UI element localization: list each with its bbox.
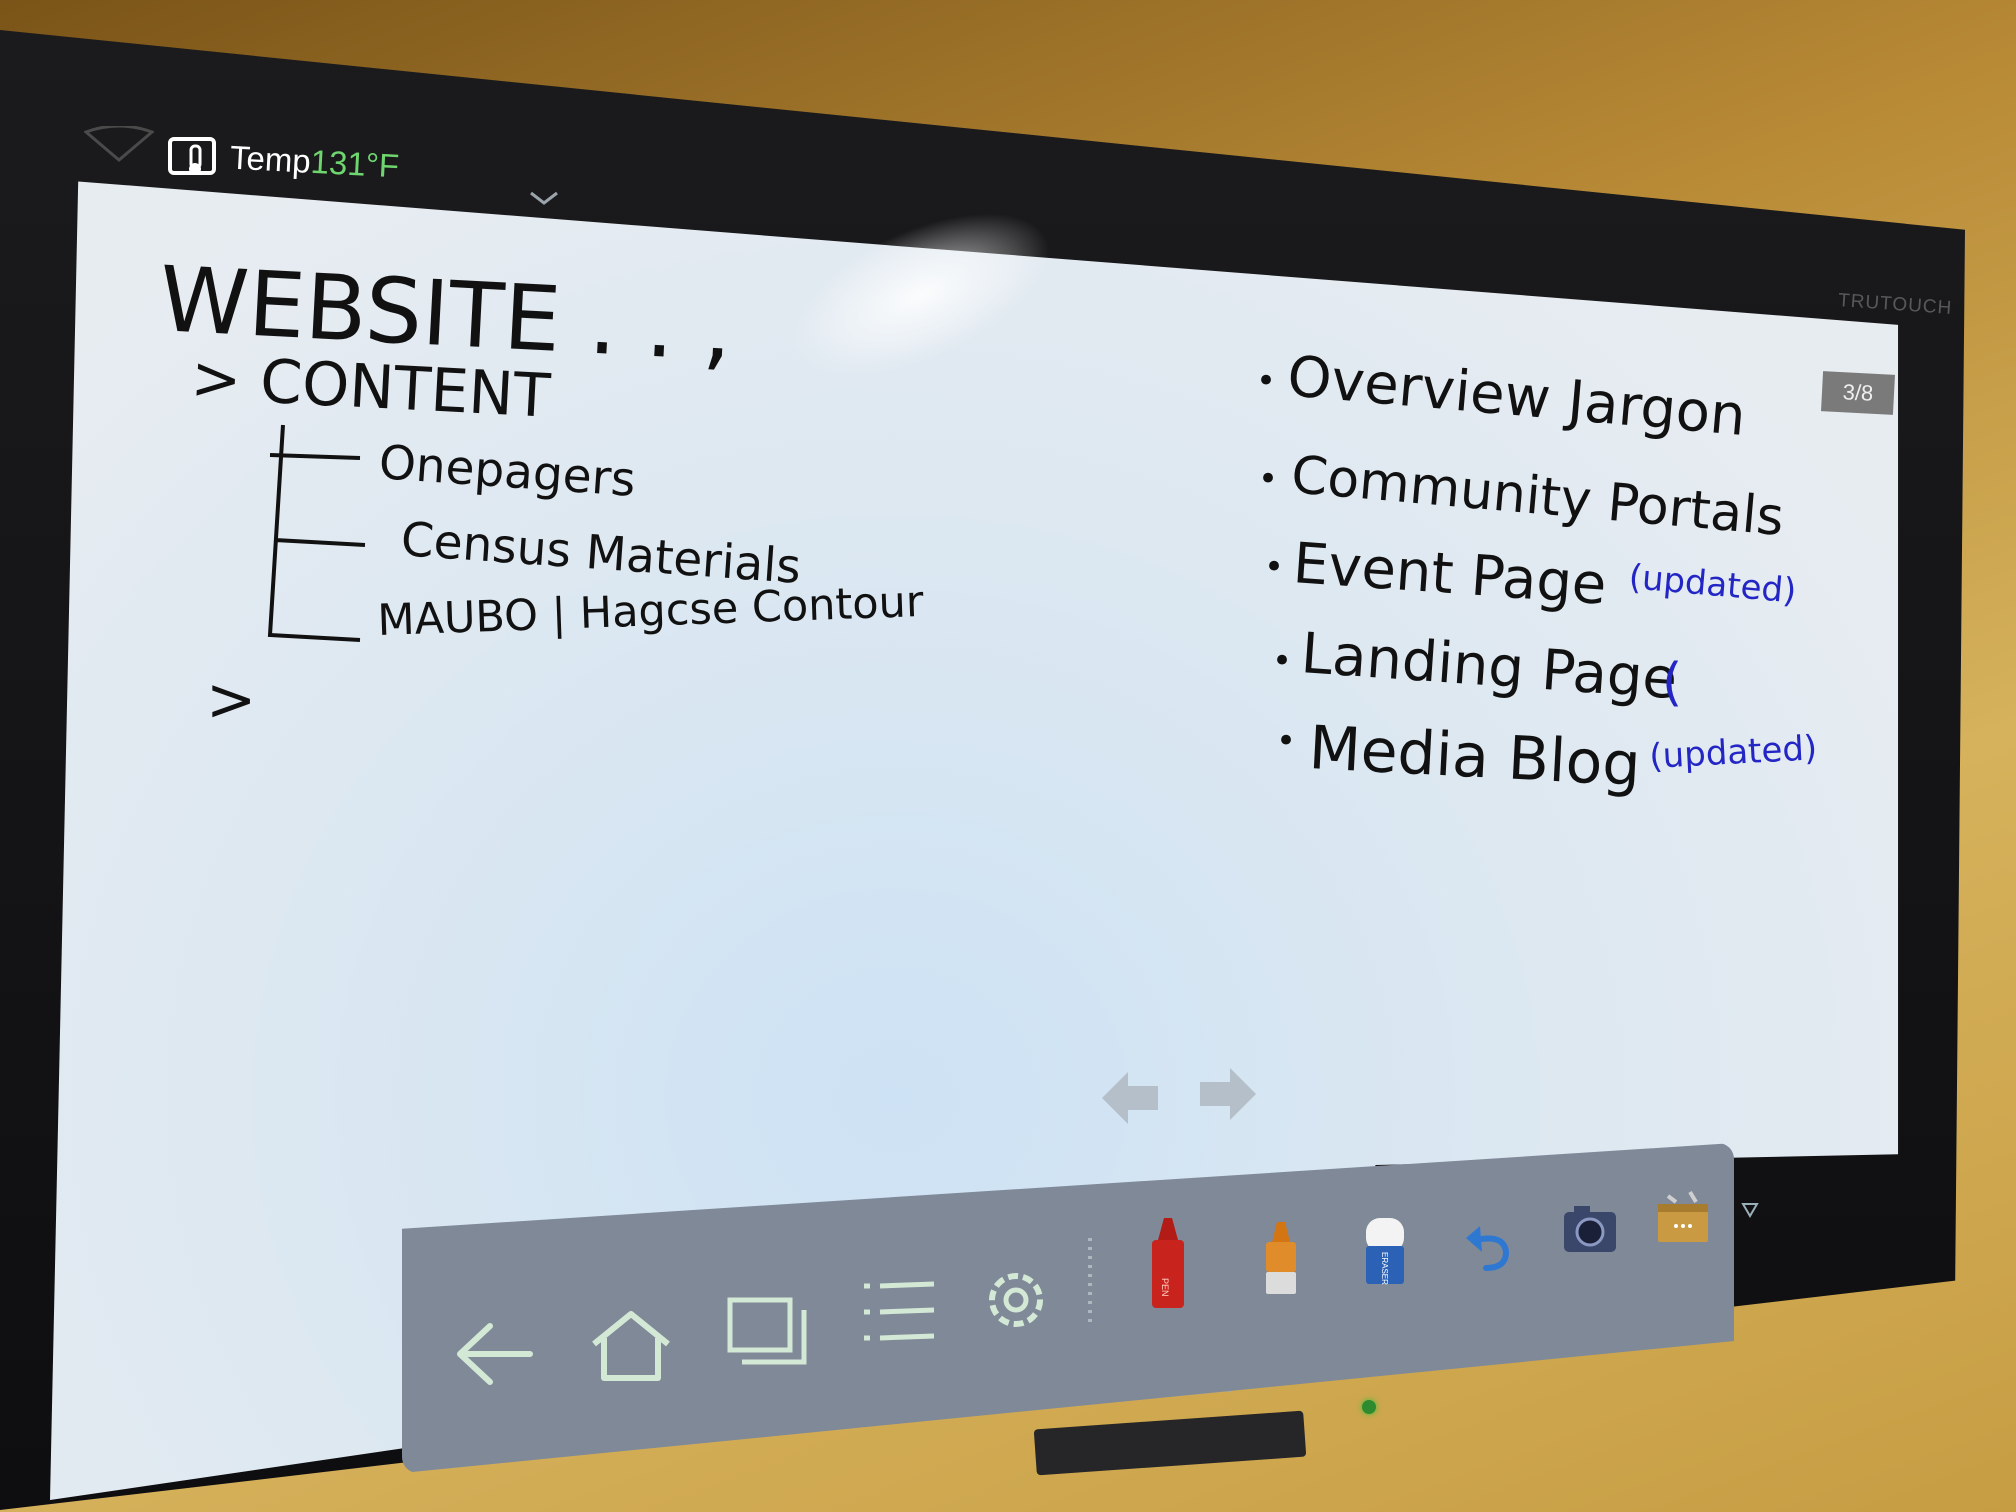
back-icon[interactable] <box>450 1318 540 1390</box>
page-indicator[interactable]: 3/8 <box>1821 371 1895 415</box>
orange-marker-icon[interactable] <box>1256 1218 1306 1298</box>
temperature-readout: Temp131°F <box>229 139 400 186</box>
wifi-icon <box>84 126 154 162</box>
status-bar: Temp131°F <box>84 126 544 196</box>
next-page-arrow-icon[interactable] <box>1196 1062 1260 1126</box>
collapse-toolbar-icon[interactable] <box>1741 1202 1759 1218</box>
home-icon[interactable] <box>588 1308 674 1384</box>
front-ports-panel <box>1033 1410 1307 1476</box>
toolbox-icon[interactable] <box>1652 1186 1714 1246</box>
collapse-chevron-icon[interactable] <box>528 190 560 208</box>
windows-icon[interactable] <box>724 1292 812 1368</box>
temperature-label: Temp <box>229 138 312 180</box>
red-pen-icon[interactable]: PEN <box>1142 1214 1194 1314</box>
undo-icon[interactable] <box>1462 1220 1516 1276</box>
toolbar-divider <box>1088 1238 1092 1328</box>
menu-icon[interactable] <box>858 1276 938 1350</box>
settings-icon[interactable] <box>978 1262 1054 1338</box>
eraser-icon[interactable]: ERASER <box>1360 1214 1410 1288</box>
thermometer-icon <box>168 137 216 175</box>
eraser-label: ERASER <box>1380 1252 1389 1285</box>
pen-label: PEN <box>1160 1278 1170 1297</box>
previous-page-arrow-icon[interactable] <box>1098 1066 1162 1130</box>
temperature-value: 131°F <box>309 142 401 185</box>
camera-icon[interactable] <box>1560 1202 1620 1256</box>
power-led-icon[interactable] <box>1362 1400 1376 1414</box>
